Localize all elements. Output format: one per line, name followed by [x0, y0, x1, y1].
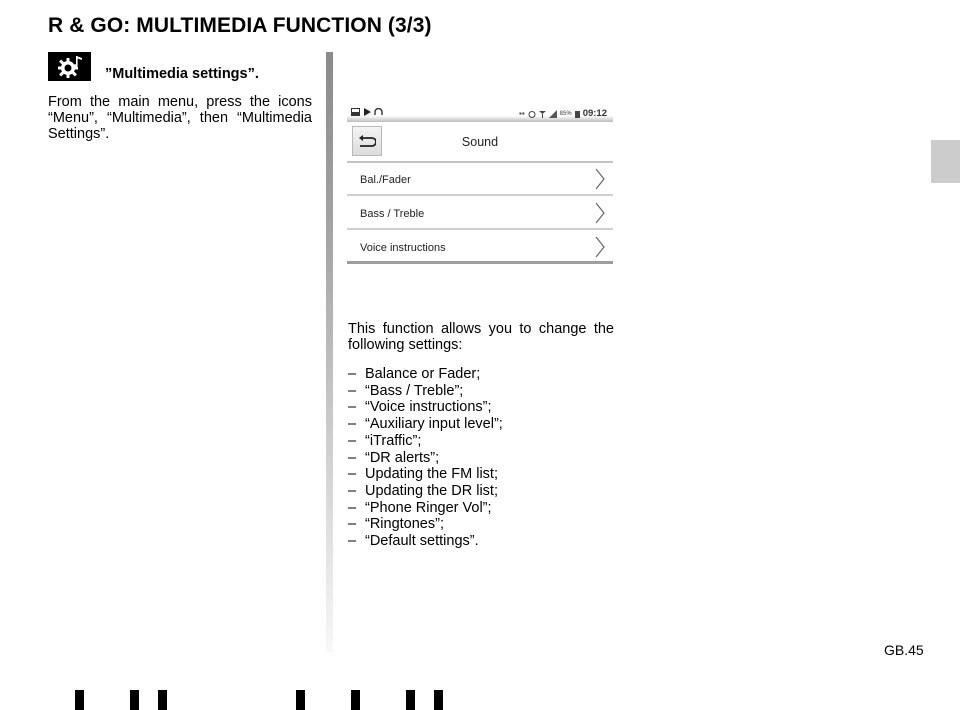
media-icon: ▪▪ — [519, 108, 525, 118]
chevron-right-icon — [595, 202, 605, 224]
crop-marks — [0, 690, 960, 710]
signal-icon — [538, 110, 546, 118]
intro-paragraph: From the main menu, press the icons “Men… — [48, 94, 312, 142]
screen-header: Sound — [347, 123, 613, 163]
list-dash: – — [348, 366, 357, 382]
crop-mark — [406, 690, 415, 710]
sound-screen-illustration: ▪▪ 85% 09:12 Sound Bal./Fader Bass / Tre… — [347, 106, 613, 266]
list-item: – “Auxiliary input level”; — [348, 416, 503, 433]
list-item-text: “Default settings”. — [365, 533, 479, 550]
list-dash: – — [348, 432, 357, 449]
list-item: – “Bass / Treble”; — [348, 383, 503, 400]
list-item: – “Ringtones”; — [348, 516, 503, 533]
side-thumb-tab — [931, 140, 960, 183]
page-title: R & GO: MULTIMEDIA FUNCTION (3/3) — [48, 14, 432, 37]
multimedia-settings-icon — [48, 52, 91, 81]
list-item: – “DR alerts”; — [348, 450, 503, 467]
menu-item-bal-fader[interactable]: Bal./Fader — [347, 163, 613, 196]
menu-item-label: Bal./Fader — [360, 174, 411, 186]
list-item: – Updating the FM list; — [348, 466, 503, 483]
list-dash: – — [348, 382, 357, 399]
list-dash: – — [348, 499, 357, 516]
list-dash: – — [348, 482, 357, 499]
image-icon — [351, 108, 360, 116]
section-heading: ”Multimedia settings”. — [105, 66, 259, 82]
battery-percent: 85% — [559, 110, 572, 117]
list-item: – Updating the DR list; — [348, 483, 503, 500]
crop-mark — [75, 690, 84, 710]
list-item: – “Voice instructions”; — [348, 399, 503, 416]
list-item-text: “DR alerts”; — [365, 449, 440, 466]
list-item-text: Balance or Fader; — [365, 366, 481, 382]
list-item-text: Updating the FM list; — [365, 466, 498, 483]
list-dash: – — [348, 416, 357, 433]
crop-mark — [351, 690, 360, 710]
list-dash: – — [348, 533, 357, 550]
chevron-right-icon — [595, 236, 605, 258]
menu-item-label: Voice instructions — [360, 242, 446, 254]
screen-title: Sound — [461, 135, 499, 149]
menu-item-voice-instructions[interactable]: Voice instructions — [347, 231, 613, 264]
list-item-text: “Bass / Treble”; — [365, 382, 464, 399]
description-paragraph: This function allows you to change the f… — [348, 321, 614, 353]
list-item: – “Default settings”. — [348, 533, 503, 550]
list-dash: – — [348, 516, 357, 533]
list-dash: – — [348, 449, 357, 466]
network-bars-icon — [548, 109, 557, 118]
alarm-icon — [528, 110, 536, 118]
list-item-text: “Ringtones”; — [365, 516, 444, 533]
settings-list: – Balance or Fader; – “Bass / Treble”; – “V… — [348, 366, 503, 550]
list-item-text: “iTraffic”; — [365, 432, 422, 449]
list-dash: – — [348, 466, 357, 483]
status-bar: ▪▪ 85% 09:12 — [347, 106, 613, 122]
battery-icon — [574, 110, 580, 118]
list-item: – “Phone Ringer Vol”; — [348, 500, 503, 517]
list-item-text: “Auxiliary input level”; — [365, 416, 503, 433]
status-time: 09:12 — [582, 108, 607, 119]
list-item: – “iTraffic”; — [348, 433, 503, 450]
play-icon — [364, 108, 371, 116]
crop-mark — [434, 690, 443, 710]
menu-item-bass-treble[interactable]: Bass / Treble — [347, 197, 613, 230]
chevron-right-icon — [595, 168, 605, 190]
crop-mark — [296, 690, 305, 710]
list-dash: – — [348, 399, 357, 416]
menu-item-label: Bass / Treble — [360, 208, 425, 220]
crop-mark — [158, 690, 167, 710]
page-number: GB.45 — [884, 642, 924, 658]
crop-mark — [130, 690, 139, 710]
list-item-text: “Voice instructions”; — [365, 399, 492, 416]
list-item-text: Updating the DR list; — [365, 482, 498, 499]
headphones-icon — [374, 108, 383, 115]
list-item: – Balance or Fader; — [348, 366, 503, 383]
list-item-text: “Phone Ringer Vol”; — [365, 499, 492, 516]
column-divider — [326, 52, 333, 652]
